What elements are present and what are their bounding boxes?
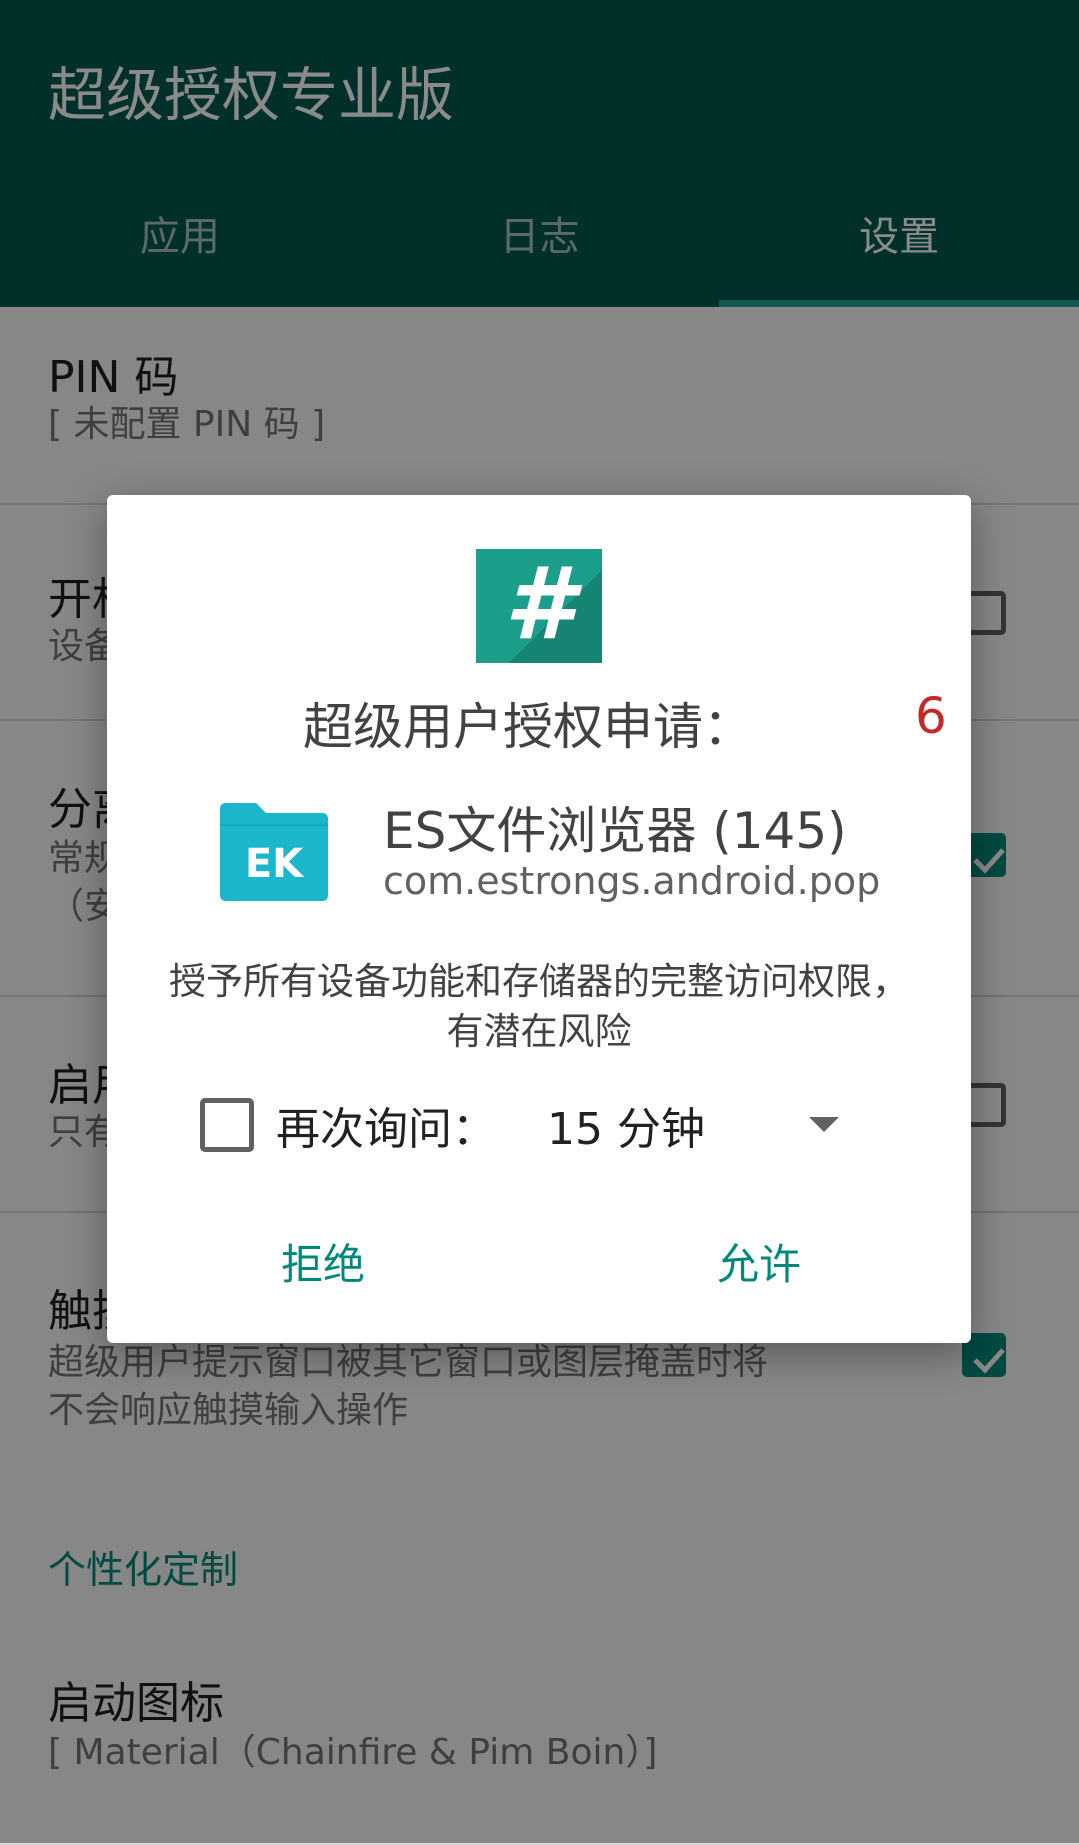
svg-text:EK: EK (245, 841, 305, 887)
dialog-title: 超级用户授权申请： (303, 698, 753, 756)
hash-icon: # (476, 549, 602, 663)
duration-dropdown[interactable]: 15 分钟 (547, 1085, 867, 1165)
es-file-explorer-icon: EK (220, 803, 328, 901)
permission-warning: 授予所有设备功能和存储器的完整访问权限，有潜在风险 (169, 960, 909, 1053)
countdown-timer: 6 (915, 687, 947, 745)
remember-label[interactable]: 再次询问： (276, 1093, 496, 1157)
deny-button[interactable]: 拒绝 (213, 1225, 433, 1305)
app-name: ES文件浏览器 (145) (383, 802, 847, 860)
allow-button[interactable]: 允许 (649, 1225, 869, 1305)
superuser-request-dialog: # 超级用户授权申请： 6 EK ES文件浏览器 (145) com.estro… (107, 495, 971, 1343)
triangle-down-icon (809, 1117, 839, 1132)
app-package: com.estrongs.android.pop (383, 859, 881, 903)
remember-checkbox[interactable] (200, 1098, 254, 1152)
duration-value: 15 分钟 (547, 1104, 705, 1155)
